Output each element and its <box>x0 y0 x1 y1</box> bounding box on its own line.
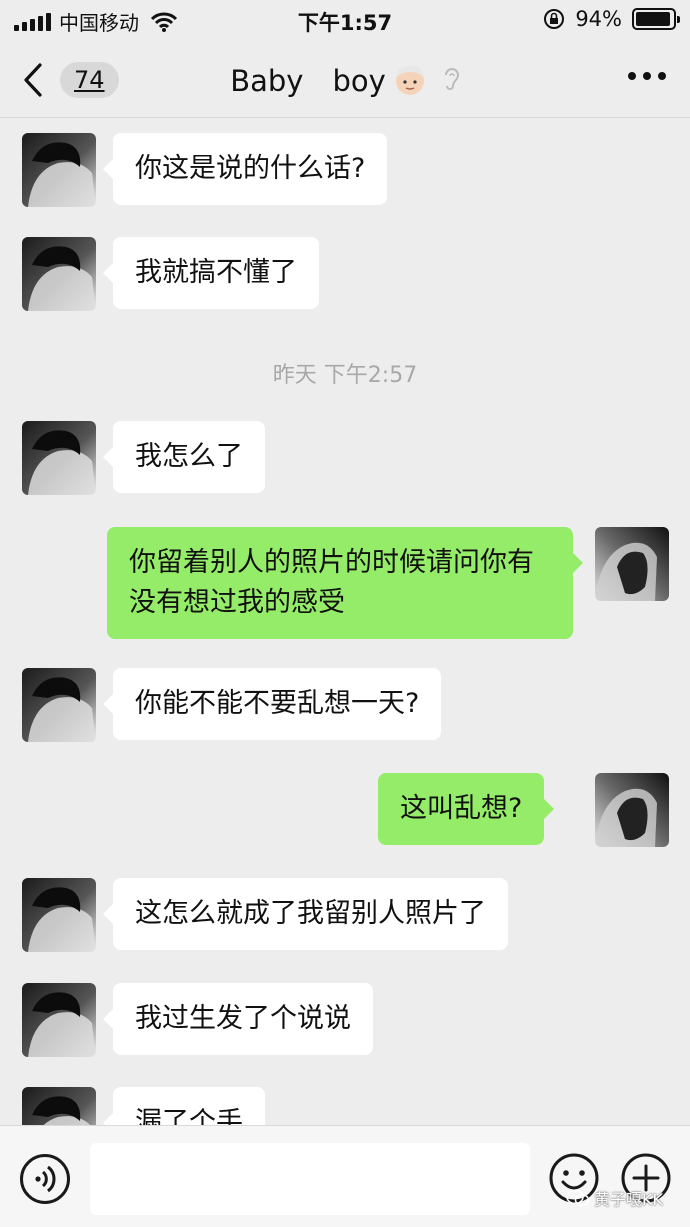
battery-percent: 94% <box>575 7 622 31</box>
contact-avatar[interactable] <box>22 237 96 311</box>
contact-name: Baby boy <box>230 64 386 98</box>
ear-icon <box>444 68 459 90</box>
contact-avatar[interactable] <box>22 878 96 952</box>
rotation-lock-icon <box>544 9 565 29</box>
status-right: 94% <box>543 7 680 31</box>
watermark: 黄子嘎KK <box>566 1186 663 1210</box>
voice-button[interactable] <box>20 1154 70 1204</box>
message-list[interactable]: 你这是说的什么话? 我就搞不懂了 昨天 下午2:57 我怎么了 你留着别人的照片… <box>0 119 690 1125</box>
message-bubble-incoming[interactable]: 我怎么了 <box>103 421 265 493</box>
message-input[interactable] <box>90 1143 530 1215</box>
boy-face-icon <box>395 65 424 95</box>
chat-header: 74 Baby boy <box>0 40 690 118</box>
more-options-button[interactable] <box>628 72 666 80</box>
wechat-logo-icon <box>566 1189 590 1206</box>
message-timestamp: 昨天 下午2:57 <box>272 363 418 388</box>
contact-avatar[interactable] <box>22 1087 96 1125</box>
message-bubble-outgoing[interactable]: 这叫乱想? <box>378 773 555 845</box>
chat-title: Baby boy <box>0 58 690 100</box>
message-bubble-incoming[interactable]: 这怎么就成了我留别人照片了 <box>103 878 508 950</box>
contact-avatar[interactable] <box>22 668 96 742</box>
contact-avatar[interactable] <box>22 421 96 495</box>
my-avatar[interactable] <box>595 773 669 847</box>
contact-avatar[interactable] <box>22 983 96 1057</box>
watermark-text: 黄子嘎KK <box>594 1190 663 1209</box>
message-bubble-incoming[interactable]: 我过生发了个说说 <box>103 983 373 1055</box>
my-avatar[interactable] <box>595 527 669 601</box>
input-bar <box>0 1125 690 1227</box>
battery-icon <box>632 8 680 30</box>
contact-avatar[interactable] <box>22 133 96 207</box>
battery-fill <box>636 12 670 26</box>
voice-icon <box>35 1165 56 1193</box>
message-bubble-incoming[interactable]: 我就搞不懂了 <box>103 237 319 309</box>
message-bubble-incoming[interactable]: 你能不能不要乱想一天? <box>102 668 442 740</box>
message-bubble-incoming[interactable]: 你这是说的什么话? <box>102 133 388 205</box>
message-bubble-incoming[interactable]: 漏了个手 <box>103 1087 265 1125</box>
message-bubble-outgoing[interactable]: 你留着别人的照片的时候请问你有没有想过我的感受 <box>107 527 583 639</box>
status-bar: 中国移动 下午1:57 94% <box>0 0 690 40</box>
